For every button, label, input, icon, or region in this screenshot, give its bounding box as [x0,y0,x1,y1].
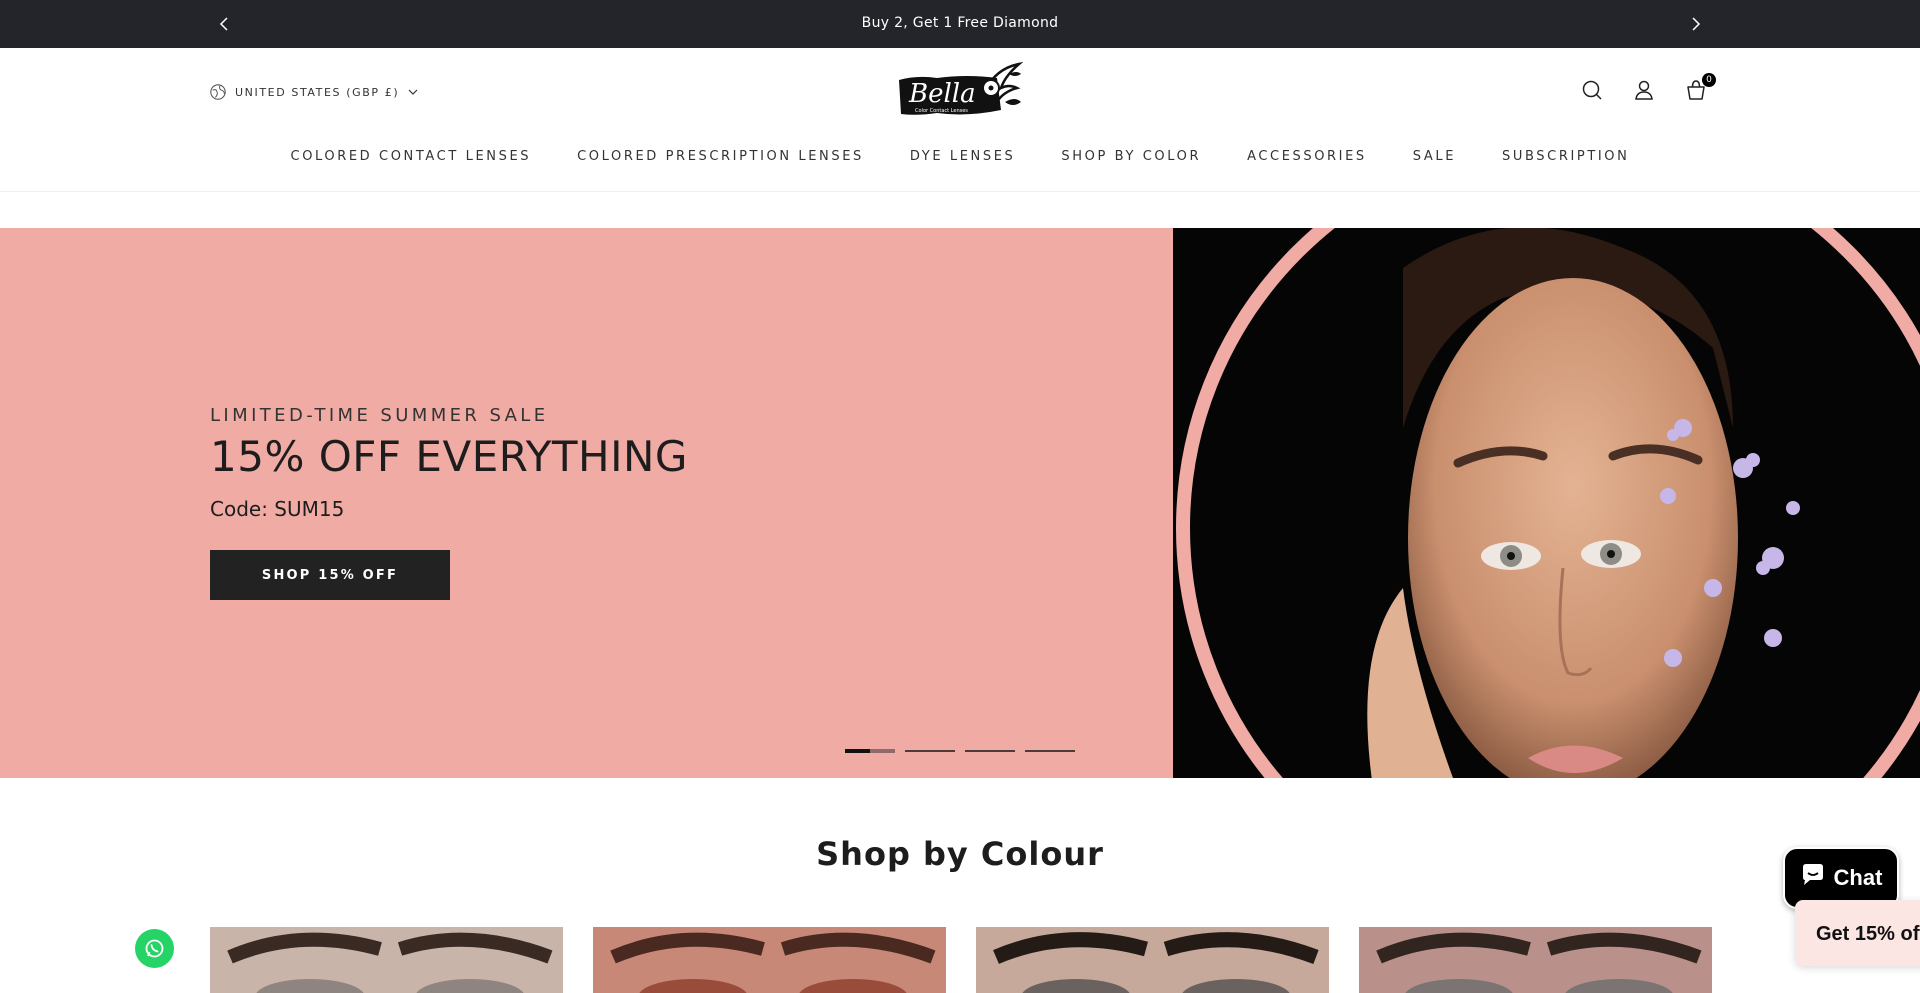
colour-collection-tile[interactable] [1359,927,1712,993]
announcement-bar: Buy 2, Get 1 Free Diamond [0,0,1920,48]
discount-popup-tab[interactable]: Get 15% off [1795,900,1920,966]
globe-icon [209,83,227,101]
nav-item-colored-contact-lenses[interactable]: COLORED CONTACT LENSES [268,149,555,164]
logo-wordmark: Bella [908,79,976,109]
site-header: UNITED STATES (GBP £) Bella Color Contac… [0,48,1920,192]
announcement-message: Buy 2, Get 1 Free Diamond [861,15,1059,31]
slide-dot-2[interactable] [905,750,955,752]
slideshow-pagination [845,749,1075,753]
country-selector-label: UNITED STATES (GBP £) [235,85,400,99]
account-icon[interactable] [1632,78,1656,102]
nav-item-sale[interactable]: SALE [1390,149,1479,164]
slide-dot-1[interactable] [845,749,895,753]
next-announcement-arrow-icon[interactable] [1683,12,1707,36]
hero-model-image [1173,228,1920,778]
hero-banner: LIMITED-TIME SUMMER SALE 15% OFF EVERYTH… [0,228,1920,778]
hero-headline: 15% OFF EVERYTHING [210,432,688,481]
shop-by-colour-title: Shop by Colour [816,835,1104,873]
cart-icon[interactable]: 0 [1684,73,1716,102]
slide-dot-3[interactable] [965,750,1015,752]
bella-logo[interactable]: Bella Color Contact Lenses [897,61,1024,122]
hero-promo-code: Code: SUM15 [210,497,345,521]
search-icon[interactable] [1580,78,1604,102]
nav-item-subscription[interactable]: SUBSCRIPTION [1479,149,1652,164]
shop-sale-button[interactable]: SHOP 15% OFF [210,550,450,600]
whatsapp-icon [135,939,174,972]
hero-content: LIMITED-TIME SUMMER SALE 15% OFF EVERYTH… [210,405,688,521]
chevron-down-icon [407,86,419,98]
colour-collection-tile[interactable] [976,927,1329,993]
nav-item-colored-prescription-lenses[interactable]: COLORED PRESCRIPTION LENSES [554,149,887,164]
chat-button-label: Chat [1833,865,1883,890]
nav-item-shop-by-color[interactable]: SHOP BY COLOR [1038,149,1224,164]
logo-tagline: Color Contact Lenses [915,108,968,114]
header-icons: 0 [1580,73,1716,102]
hero-eyebrow: LIMITED-TIME SUMMER SALE [210,405,549,426]
slide-dot-4[interactable] [1025,750,1075,752]
main-navigation: COLORED CONTACT LENSES COLORED PRESCRIPT… [0,149,1920,164]
nav-item-dye-lenses[interactable]: DYE LENSES [887,149,1039,164]
nav-item-accessories[interactable]: ACCESSORIES [1224,149,1390,164]
cart-count-badge: 0 [1702,73,1716,87]
whatsapp-button[interactable] [135,929,174,968]
country-selector[interactable]: UNITED STATES (GBP £) [209,83,419,101]
chat-bubble-icon [1800,863,1826,893]
colour-collection-tile[interactable] [593,927,946,993]
colour-collection-tile[interactable] [210,927,563,993]
colour-collection-grid [210,927,1712,993]
